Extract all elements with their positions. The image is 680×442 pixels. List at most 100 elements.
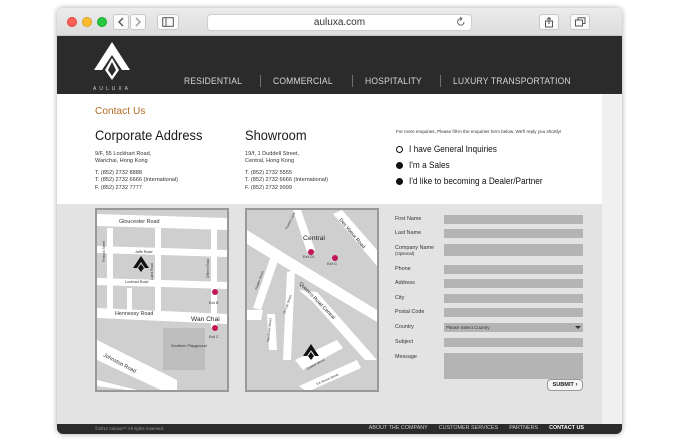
corporate-map-drawing: Gloucester Road Jaffe Road Lockhart Road… [97,210,227,390]
showroom-address: 19/f, 1 Duddell Street, Central, Hong Ko… [245,151,328,192]
sidebar-icon [162,17,174,27]
page-title: Contact Us [95,106,146,117]
footer-link-customer-services[interactable]: CUSTOMER SERVICES [439,425,498,431]
country-select[interactable]: Please Select Country [444,323,583,332]
option-sales[interactable]: I'm a Sales [396,160,453,170]
minimize-window-button[interactable] [82,17,92,27]
nav-luxury-transportation[interactable]: LUXURY TRANSPORTATION [453,76,571,87]
subject-field[interactable] [444,338,583,347]
exit-d1-label: Exit D1 [303,255,315,259]
wan-chai-label: Wan Chai [191,316,220,323]
nav-divider [440,75,441,87]
share-button[interactable] [539,14,559,30]
option-label: I'd like to becoming a Dealer/Partner [409,176,543,186]
chevron-right-icon [135,17,141,27]
mtr-icon [212,325,218,331]
phone-number: T. (852) 2732 5555 [245,169,292,176]
forward-button[interactable] [130,14,146,30]
last-name-field[interactable] [444,229,583,238]
showroom-heading: Showroom [245,127,307,143]
sidebar-button[interactable] [157,14,179,30]
first-name-field[interactable] [444,215,583,224]
showroom-map-drawing: Central Des Voeux Road Queen's Road Cent… [247,210,377,390]
nav-divider [260,75,262,87]
option-label: I'm a Sales [409,160,450,170]
fax-number: F. (852) 2732 9999 [245,184,292,191]
corporate-map[interactable]: Gloucester Road Jaffe Road Lockhart Road… [95,208,229,392]
central-label: Central [303,235,325,242]
nav-hospitality[interactable]: HOSPITALITY [365,76,422,87]
country-select-value: Please Select Country [446,325,490,330]
page-scrollbar[interactable] [602,94,622,424]
showroom-map[interactable]: Central Des Voeux Road Queen's Road Cent… [245,208,379,392]
tabs-button[interactable] [570,14,590,30]
luard-road-label: Luard Road [150,263,154,280]
map-and-form-section: Gloucester Road Jaffe Road Lockhart Road… [57,204,602,424]
site-footer: ©2012 Auluxa™ All rights reserved. ABOUT… [57,424,622,434]
address-line: 9/F, 55 Lockhart Road, [95,151,152,157]
address-bar[interactable]: auluxa.com [207,14,472,31]
radio-button[interactable] [396,145,403,153]
option-dealer-partner[interactable]: I'd like to becoming a Dealer/Partner [396,176,554,186]
phone-field[interactable] [444,265,583,274]
enquiry-note: For more enquiries, Please fill-in the e… [396,129,562,134]
last-name-label: Last Name [395,230,422,236]
phone-number: T. (852) 2732 8888 [95,169,142,176]
browser-toolbar: auluxa.com [57,8,622,36]
address-line: Central, Hong Kong [245,158,295,165]
radio-button[interactable] [396,177,403,185]
back-button[interactable] [113,14,129,30]
corporate-address-heading: Corporate Address [95,127,203,143]
main-nav: RESIDENTIAL COMMERCIAL HOSPITALITY LUXUR… [184,75,584,87]
address-line: 19/f, 1 Duddell Street, [245,151,300,157]
site-header: AULUXA RESIDENTIAL COMMERCIAL HOSPITALIT… [57,36,622,94]
nav-divider [351,75,353,87]
url-text: auluxa.com [313,17,366,28]
footer-link-partners[interactable]: PARTNERS [509,425,538,431]
auluxa-logo-icon[interactable] [92,40,132,84]
city-label: City [395,295,405,301]
hennessy-road-label: Hennessy Road [115,311,153,317]
option-label: I have General Inquiries [409,144,497,154]
option-general-inquiries[interactable]: I have General Inquiries [396,144,505,154]
fax-number: F. (852) 2732 7777 [95,184,142,191]
close-window-button[interactable] [67,17,77,27]
postal-code-field[interactable] [444,308,583,317]
reload-icon[interactable] [456,16,466,28]
obrien-road-label: O'Brien Road [206,259,210,278]
mtr-icon [212,289,218,295]
southern-playground-label: Southern Playground [171,344,207,348]
copyright-text: ©2012 Auluxa™ All rights reserved. [95,426,165,431]
footer-link-about[interactable]: ABOUT THE COMPANY [369,425,428,431]
city-field[interactable] [444,294,583,303]
phone-label: Phone [395,266,411,272]
address-field[interactable] [444,279,583,288]
chevron-right-icon: › [575,382,578,388]
logo-text: AULUXA [93,86,132,92]
mtr-icon [308,249,314,255]
company-optional-text: (Optional) [395,251,415,257]
contact-info-section: Contact Us Corporate Address 9/F, 55 Loc… [57,94,602,204]
fenwick-street-label: Fenwick Street [102,241,106,262]
international-phone-number: T. (852) 2732 6666 (International) [245,177,329,184]
nav-commercial[interactable]: COMMERCIAL [273,76,333,87]
jaffe-road-label: Jaffe Road [135,250,152,254]
submit-button[interactable]: SUBMIT › [547,379,583,391]
radio-button[interactable] [396,161,403,169]
country-label: Country [395,324,414,330]
gloucester-road-label: Gloucester Road [119,219,159,225]
nav-residential[interactable]: RESIDENTIAL [184,76,242,87]
address-line: Wanchai, Hong Kong [95,158,148,165]
lockhart-road-label: Lockhart Road [125,280,148,284]
subject-label: Subject [395,339,413,345]
share-icon [545,17,553,28]
first-name-label: First Name [395,216,422,222]
footer-link-contact-us[interactable]: CONTACT US [549,425,584,431]
message-field[interactable] [444,353,583,379]
corporate-address: 9/F, 55 Lockhart Road, Wanchai, Hong Kon… [95,151,178,192]
zoom-window-button[interactable] [97,17,107,27]
exit-b-label: Exit B [209,301,219,305]
company-name-field[interactable] [444,244,583,256]
postal-code-label: Postal Code [395,309,425,315]
message-label: Message [395,354,417,360]
